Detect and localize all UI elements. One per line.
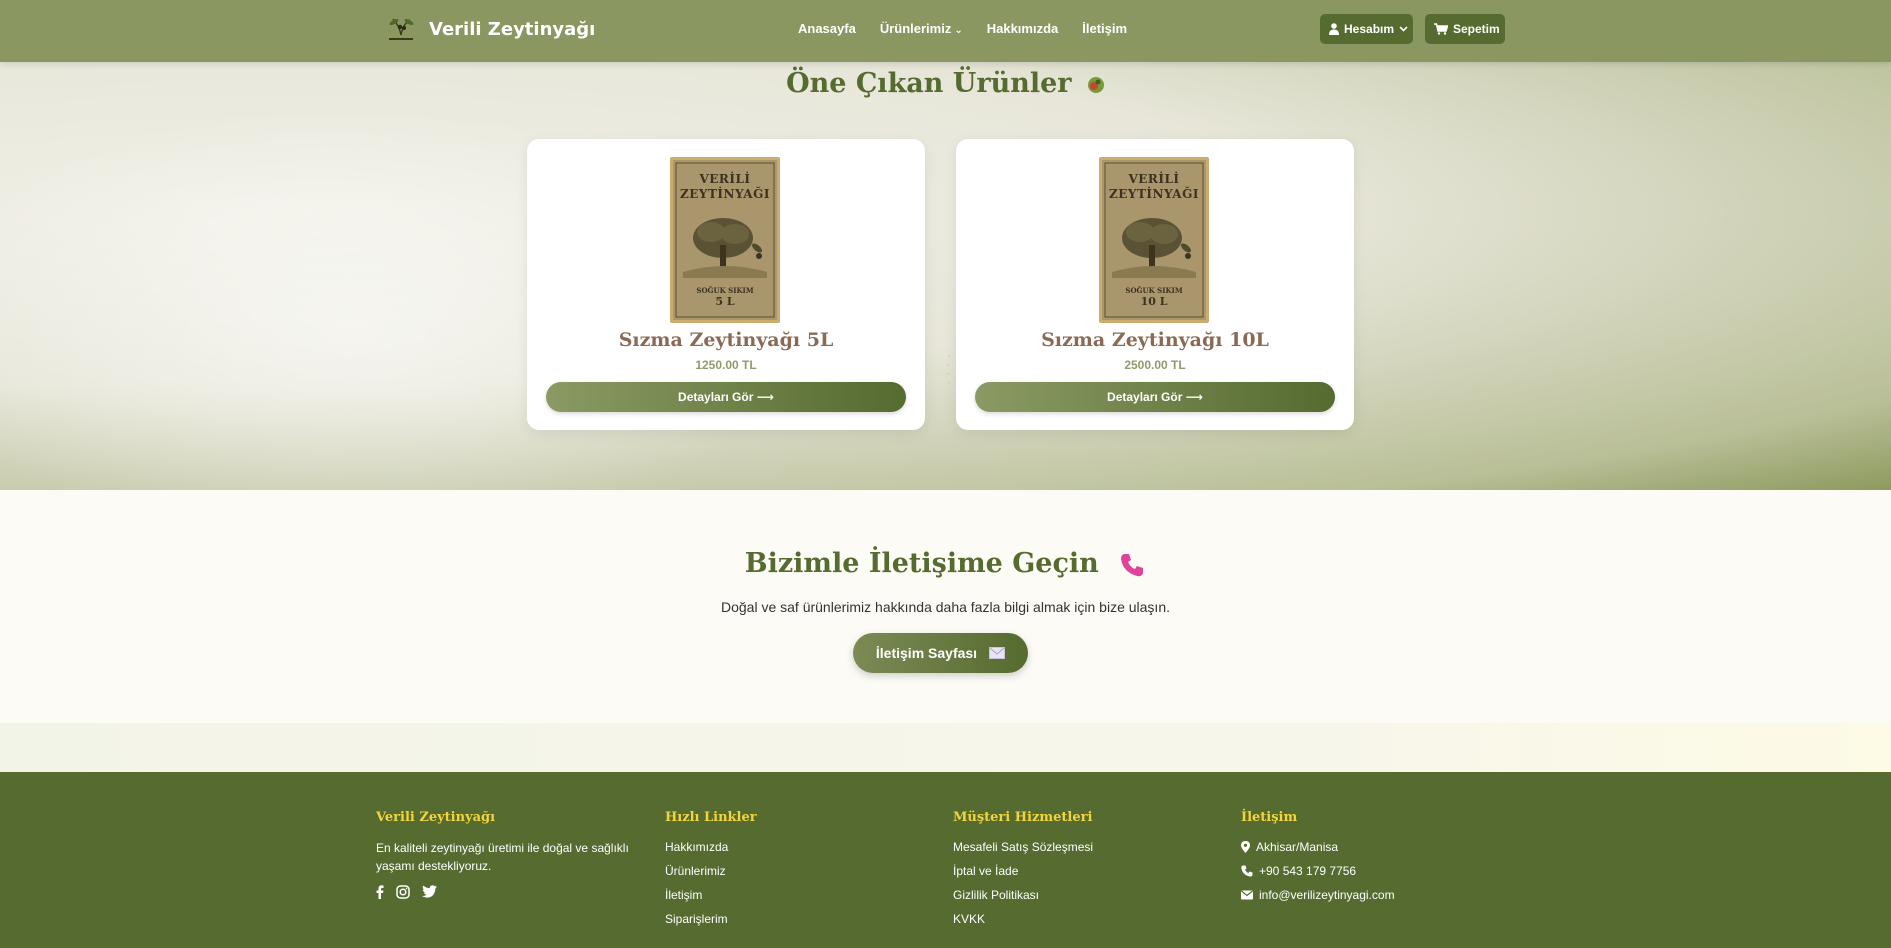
featured-title-text: Öne Çıkan Ürünler <box>786 68 1072 99</box>
product-card[interactable]: VERİLİ ZEYTİNYAĞI SOĞUK SIKIM 10 L Sızma Z… <box>956 139 1354 430</box>
product-name[interactable]: Sızma Zeytinyağı 5L <box>527 329 925 351</box>
label-type: SOĞUK SIKIM <box>1125 286 1183 295</box>
product-image[interactable]: VERİLİ ZEYTİNYAĞI SOĞUK SIKIM 5 L <box>670 157 780 323</box>
map-pin-icon <box>1241 841 1250 853</box>
label-brand-line-2: ZEYTİNYAĞI <box>1109 187 1199 201</box>
footer: Verili Zeytinyağı En kaliteli zeytinyağı… <box>0 772 1891 948</box>
footer-about-column: Verili Zeytinyağı En kaliteli zeytinyağı… <box>376 810 641 904</box>
product-price: 1250.00 TL <box>695 358 757 372</box>
contact-page-button[interactable]: İletişim Sayfası <box>853 633 1028 673</box>
cart-label: Sepetim <box>1453 22 1500 36</box>
featured-products-section: Öne Çıkan Ürünler VERİLİ ZEYTİNYAĞI SOĞUK… <box>0 62 1891 490</box>
label-brand-line-1: VERİLİ <box>699 172 751 186</box>
view-details-label: Detayları Gör <box>1107 390 1183 404</box>
footer-link-kvkk[interactable]: KVKK <box>953 911 1093 927</box>
brand-link[interactable]: Verili Zeytinyağı <box>383 15 595 43</box>
brand-name: Verili Zeytinyağı <box>429 18 596 40</box>
footer-quick-links-title: Hızlı Linkler <box>665 810 757 825</box>
twitter-icon[interactable] <box>422 885 437 904</box>
chevron-down-icon: ⌄ <box>954 25 963 36</box>
view-details-button[interactable]: Detayları Gör ⟶ <box>975 382 1335 412</box>
phone-icon <box>1121 553 1144 576</box>
facebook-icon[interactable] <box>376 885 384 904</box>
account-label: Hesabım <box>1344 22 1395 36</box>
account-dropdown-button[interactable]: Hesabım <box>1320 14 1413 44</box>
phone-icon <box>1241 865 1253 877</box>
footer-phone[interactable]: +90 543 179 7756 <box>1241 863 1395 879</box>
footer-email[interactable]: info@verilizeytinyagi.com <box>1241 887 1395 903</box>
nav-link-products-label: Ürünlerimiz <box>879 21 952 36</box>
contact-title-text: Bizimle İletişime Geçin <box>744 548 1099 579</box>
brand-logo-icon <box>383 15 419 43</box>
section-divider <box>0 723 1891 772</box>
olive-icon <box>1087 76 1104 93</box>
footer-link-cancel-return[interactable]: İptal ve İade <box>953 863 1093 879</box>
envelope-icon <box>1241 890 1253 900</box>
contact-title: Bizimle İletişime Geçin <box>0 548 1891 579</box>
footer-link-privacy[interactable]: Gizlilik Politikası <box>953 887 1093 903</box>
shopping-cart-icon <box>1434 23 1448 35</box>
contact-description: Doğal ve saf ürünlerimiz hakkında daha f… <box>720 599 1170 615</box>
product-name[interactable]: Sızma Zeytinyağı 10L <box>956 329 1354 351</box>
footer-contact-title: İletişim <box>1241 810 1298 825</box>
arrow-right-icon: ⟶ <box>756 390 774 404</box>
product-card[interactable]: VERİLİ ZEYTİNYAĞI SOĞUK SIKIM 5 L Sızma Ze… <box>527 139 925 430</box>
footer-customer-service-title: Müşteri Hizmetleri <box>953 810 1093 825</box>
footer-phone-text: +90 543 179 7756 <box>1259 864 1357 878</box>
envelope-icon <box>989 647 1006 659</box>
footer-link-orders[interactable]: Siparişlerim <box>665 911 757 927</box>
footer-email-text: info@verilizeytinyagi.com <box>1259 888 1395 902</box>
footer-customer-service-column: Müşteri Hizmetleri Mesafeli Satış Sözleş… <box>953 810 1093 935</box>
footer-link-contact[interactable]: İletişim <box>665 887 757 903</box>
user-icon <box>1329 23 1339 35</box>
view-details-label: Detayları Gör <box>678 390 754 404</box>
footer-quick-links-column: Hızlı Linkler Hakkımızda Ürünlerimiz İle… <box>665 810 757 935</box>
label-type: SOĞUK SIKIM <box>696 286 754 295</box>
product-price: 2500.00 TL <box>1124 358 1186 372</box>
view-details-button[interactable]: Detayları Gör ⟶ <box>546 382 906 412</box>
cart-button[interactable]: Sepetim <box>1425 14 1505 44</box>
footer-location: Akhisar/Manisa <box>1241 839 1395 855</box>
nav-link-contact[interactable]: İletişim <box>1082 21 1127 36</box>
label-size: 10 L <box>1140 295 1168 308</box>
instagram-icon[interactable] <box>396 885 410 904</box>
footer-about-title: Verili Zeytinyağı <box>376 810 496 825</box>
featured-title: Öne Çıkan Ürünler <box>0 68 1891 99</box>
nav-link-home[interactable]: Anasayfa <box>798 21 856 36</box>
footer-link-about[interactable]: Hakkımızda <box>665 839 757 855</box>
contact-cta-section: Bizimle İletişime Geçin Doğal ve saf ürü… <box>0 490 1891 723</box>
contact-page-label: İletişim Sayfası <box>875 645 978 661</box>
carousel-indicator[interactable] <box>946 353 952 387</box>
footer-contact-column: İletişim Akhisar/Manisa +90 543 179 7756… <box>1241 810 1395 911</box>
chevron-down-icon <box>1399 26 1408 32</box>
nav-link-products-dropdown[interactable]: Ürünlerimiz ⌄ <box>880 21 963 36</box>
footer-link-distance-sales[interactable]: Mesafeli Satış Sözleşmesi <box>953 839 1093 855</box>
arrow-right-icon: ⟶ <box>1185 390 1203 404</box>
label-brand-line-2: ZEYTİNYAĞI <box>680 187 770 201</box>
main-nav: Anasayfa Ürünlerimiz ⌄ Hakkımızda İletişi… <box>798 21 1127 36</box>
footer-location-text: Akhisar/Manisa <box>1256 840 1339 854</box>
nav-link-about[interactable]: Hakkımızda <box>987 21 1059 36</box>
label-brand-line-1: VERİLİ <box>1128 172 1180 186</box>
social-links <box>376 885 641 904</box>
navbar: Verili Zeytinyağı Anasayfa Ürünlerimiz ⌄ … <box>0 0 1891 62</box>
footer-link-products[interactable]: Ürünlerimiz <box>665 863 757 879</box>
footer-about-text: En kaliteli zeytinyağı üretimi ile doğal… <box>376 841 629 873</box>
label-size: 5 L <box>715 295 735 308</box>
product-image[interactable]: VERİLİ ZEYTİNYAĞI SOĞUK SIKIM 10 L <box>1099 157 1209 323</box>
